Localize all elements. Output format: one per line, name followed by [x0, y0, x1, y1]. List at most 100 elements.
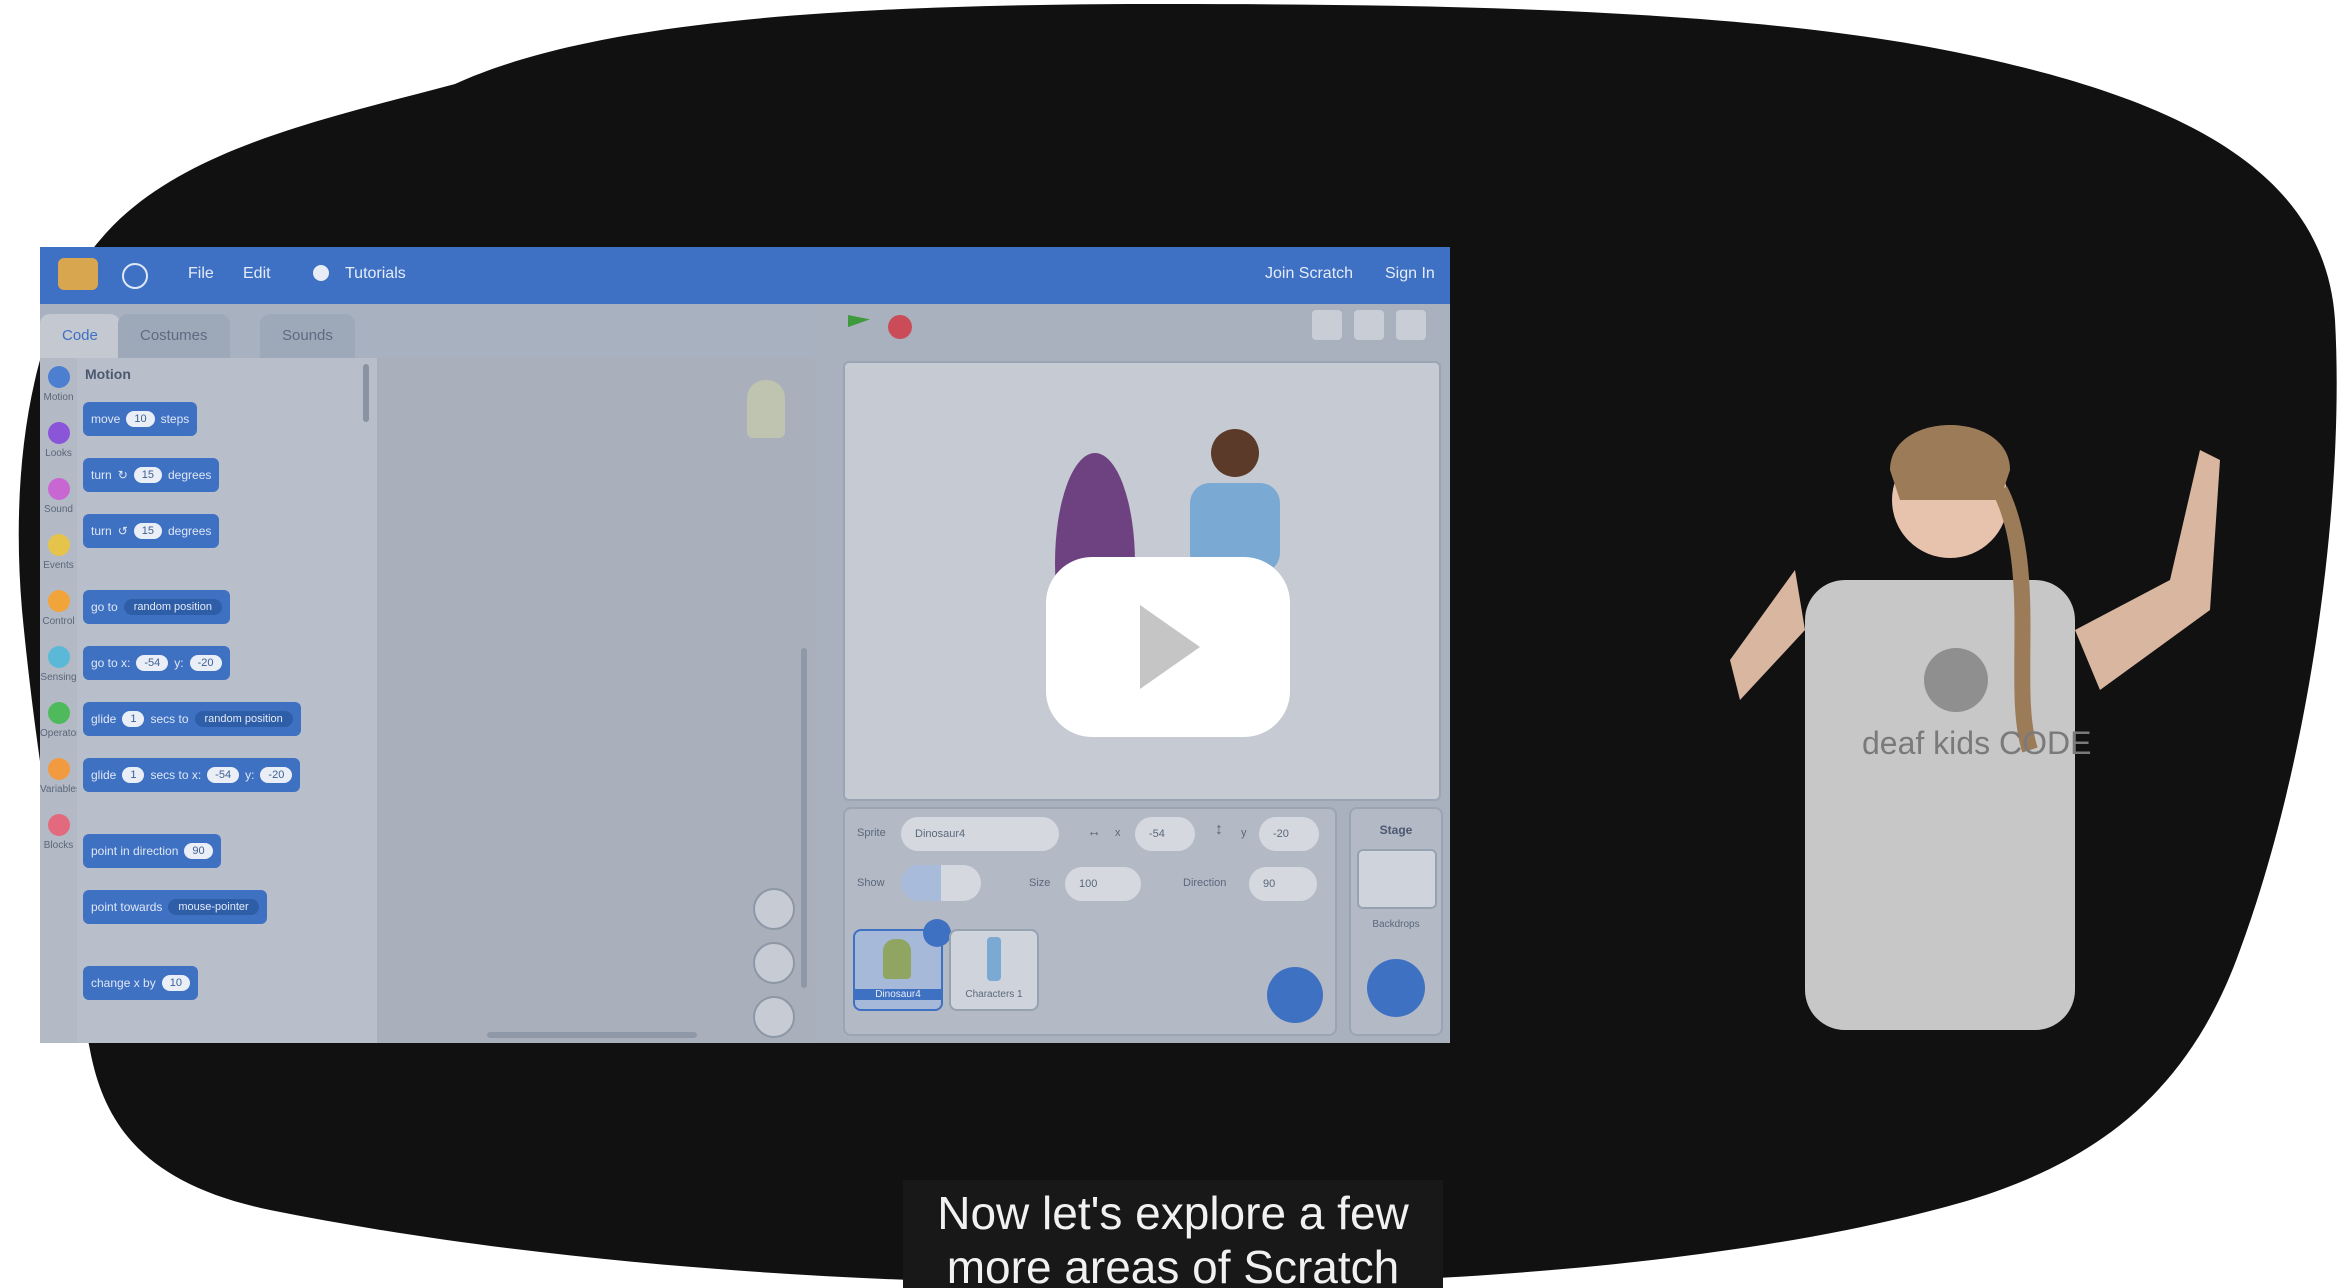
rotate-right-icon: ↻ — [117, 468, 128, 482]
tab-costumes[interactable]: Costumes — [118, 314, 230, 358]
menu-edit[interactable]: Edit — [243, 265, 271, 283]
choose-sprite-button[interactable] — [1267, 967, 1323, 1023]
block-label: turn — [91, 524, 112, 538]
stage-thumbnail[interactable] — [1357, 849, 1437, 909]
block-label: y: — [174, 656, 184, 670]
fullscreen-button[interactable] — [1396, 310, 1426, 340]
tab-code[interactable]: Code — [40, 314, 120, 358]
variables-dot-icon — [47, 758, 70, 780]
tab-code-label: Code — [62, 327, 98, 344]
menu-bar: File Edit Tutorials Join Scratch Sign In — [40, 247, 1450, 304]
play-video-button[interactable] — [1046, 557, 1290, 737]
block-input-x[interactable]: -54 — [136, 655, 169, 671]
small-stage-button[interactable] — [1312, 310, 1342, 340]
block-turn-right[interactable]: turn ↻ 15 degrees — [83, 458, 220, 492]
block-label: degrees — [168, 468, 212, 482]
show-hidden-eye-icon[interactable] — [941, 865, 981, 901]
block-dropdown[interactable]: random position — [194, 711, 293, 727]
sign-language-interpreter — [1730, 425, 2220, 1030]
block-go-to-xy[interactable]: go to x: -54 y: -20 — [83, 646, 230, 680]
category-looks[interactable]: Looks — [40, 422, 77, 459]
block-input[interactable]: 1 — [122, 767, 145, 783]
direction-input[interactable]: 90 — [1249, 867, 1317, 901]
workspace-scrollbar-h[interactable] — [487, 1032, 697, 1038]
menu-tutorials[interactable]: Tutorials — [345, 265, 406, 283]
block-label: y: — [245, 768, 255, 782]
block-glide-random[interactable]: glide 1 secs to random position — [83, 702, 301, 736]
blocks-dot-icon — [47, 814, 70, 836]
block-input[interactable]: 10 — [161, 975, 190, 991]
block-input[interactable]: 90 — [184, 843, 213, 859]
show-visible-eye-icon[interactable] — [901, 865, 941, 901]
join-scratch-link[interactable]: Join Scratch — [1265, 265, 1353, 283]
zoom-reset-button[interactable] — [753, 996, 795, 1038]
category-sound[interactable]: Sound — [40, 478, 77, 515]
category-label: Sensing — [40, 672, 77, 683]
scratch-logo[interactable] — [58, 258, 98, 290]
tab-costumes-label: Costumes — [140, 327, 208, 344]
x-label: x — [1115, 827, 1121, 839]
block-input-y[interactable]: -20 — [189, 655, 222, 671]
workspace-scrollbar-v[interactable] — [801, 648, 807, 988]
block-glide-xy[interactable]: glide 1 secs to x: -54 y: -20 — [83, 758, 301, 792]
sprite-thumb-characters1[interactable]: Characters 1 — [949, 929, 1039, 1011]
stage-title: Stage — [1379, 823, 1413, 837]
choose-backdrop-button[interactable] — [1367, 959, 1425, 1017]
character-thumb-icon — [987, 937, 1001, 981]
category-sensing[interactable]: Sensing — [40, 646, 77, 683]
y-input[interactable]: -20 — [1259, 817, 1319, 851]
category-events[interactable]: Events — [40, 534, 77, 571]
category-variables[interactable]: Variables — [40, 758, 81, 795]
sprite-name-input[interactable]: Dinosaur4 — [901, 817, 1059, 851]
category-blocks[interactable]: Blocks — [40, 814, 77, 851]
block-move[interactable]: move 10 steps — [83, 402, 198, 436]
block-input[interactable]: 15 — [133, 523, 162, 539]
block-label: degrees — [168, 524, 212, 538]
block-label: glide — [91, 712, 117, 726]
x-input[interactable]: -54 — [1135, 817, 1195, 851]
block-label: point towards — [91, 900, 163, 914]
stop-icon[interactable] — [888, 315, 912, 339]
block-label: secs to x: — [150, 768, 202, 782]
tutorials-icon — [313, 265, 329, 281]
sensing-dot-icon — [47, 646, 70, 668]
sprite-thumb-label: Dinosaur4 — [855, 989, 941, 1000]
zoom-in-button[interactable] — [753, 888, 795, 930]
block-turn-left[interactable]: turn ↺ 15 degrees — [83, 514, 220, 548]
sign-in-link[interactable]: Sign In — [1385, 265, 1435, 283]
block-palette: Motion move 10 steps turn ↻ 15 degrees turn ↺ 1… — [77, 358, 377, 1043]
sound-dot-icon — [47, 478, 70, 500]
rotate-left-icon: ↺ — [117, 524, 128, 538]
category-label: Variables — [40, 784, 81, 795]
block-point-direction[interactable]: point in direction 90 — [83, 834, 221, 868]
block-label: go to x: — [91, 656, 131, 670]
direction-label: Direction — [1183, 877, 1227, 889]
block-go-to[interactable]: go to random position — [83, 590, 230, 624]
block-input-y[interactable]: -20 — [260, 767, 293, 783]
tab-sounds[interactable]: Sounds — [260, 314, 355, 358]
delete-sprite-button[interactable] — [923, 919, 951, 947]
size-input[interactable]: 100 — [1065, 867, 1141, 901]
block-change-x[interactable]: change x by 10 — [83, 966, 198, 1000]
block-input-x[interactable]: -54 — [207, 767, 240, 783]
globe-icon[interactable] — [122, 263, 148, 289]
category-control[interactable]: Control — [40, 590, 77, 627]
block-input[interactable]: 10 — [126, 411, 155, 427]
category-motion[interactable]: Motion — [40, 366, 77, 403]
block-point-towards[interactable]: point towards mouse-pointer — [83, 890, 267, 924]
block-input[interactable]: 1 — [122, 711, 145, 727]
caption-box: Now let's explore a few more areas of Sc… — [903, 1180, 1443, 1288]
block-dropdown[interactable]: mouse-pointer — [168, 899, 259, 915]
zoom-out-button[interactable] — [753, 942, 795, 984]
category-operators[interactable]: Operators — [40, 702, 84, 739]
code-workspace[interactable] — [377, 358, 815, 1043]
block-label: secs to — [150, 712, 189, 726]
block-dropdown[interactable]: random position — [123, 599, 222, 615]
menu-file[interactable]: File — [188, 265, 214, 283]
large-stage-button[interactable] — [1354, 310, 1384, 340]
block-input[interactable]: 15 — [133, 467, 162, 483]
size-label: Size — [1029, 877, 1051, 889]
show-label: Show — [857, 877, 885, 889]
tab-sounds-label: Sounds — [282, 327, 333, 344]
palette-scrollbar[interactable] — [363, 364, 369, 422]
